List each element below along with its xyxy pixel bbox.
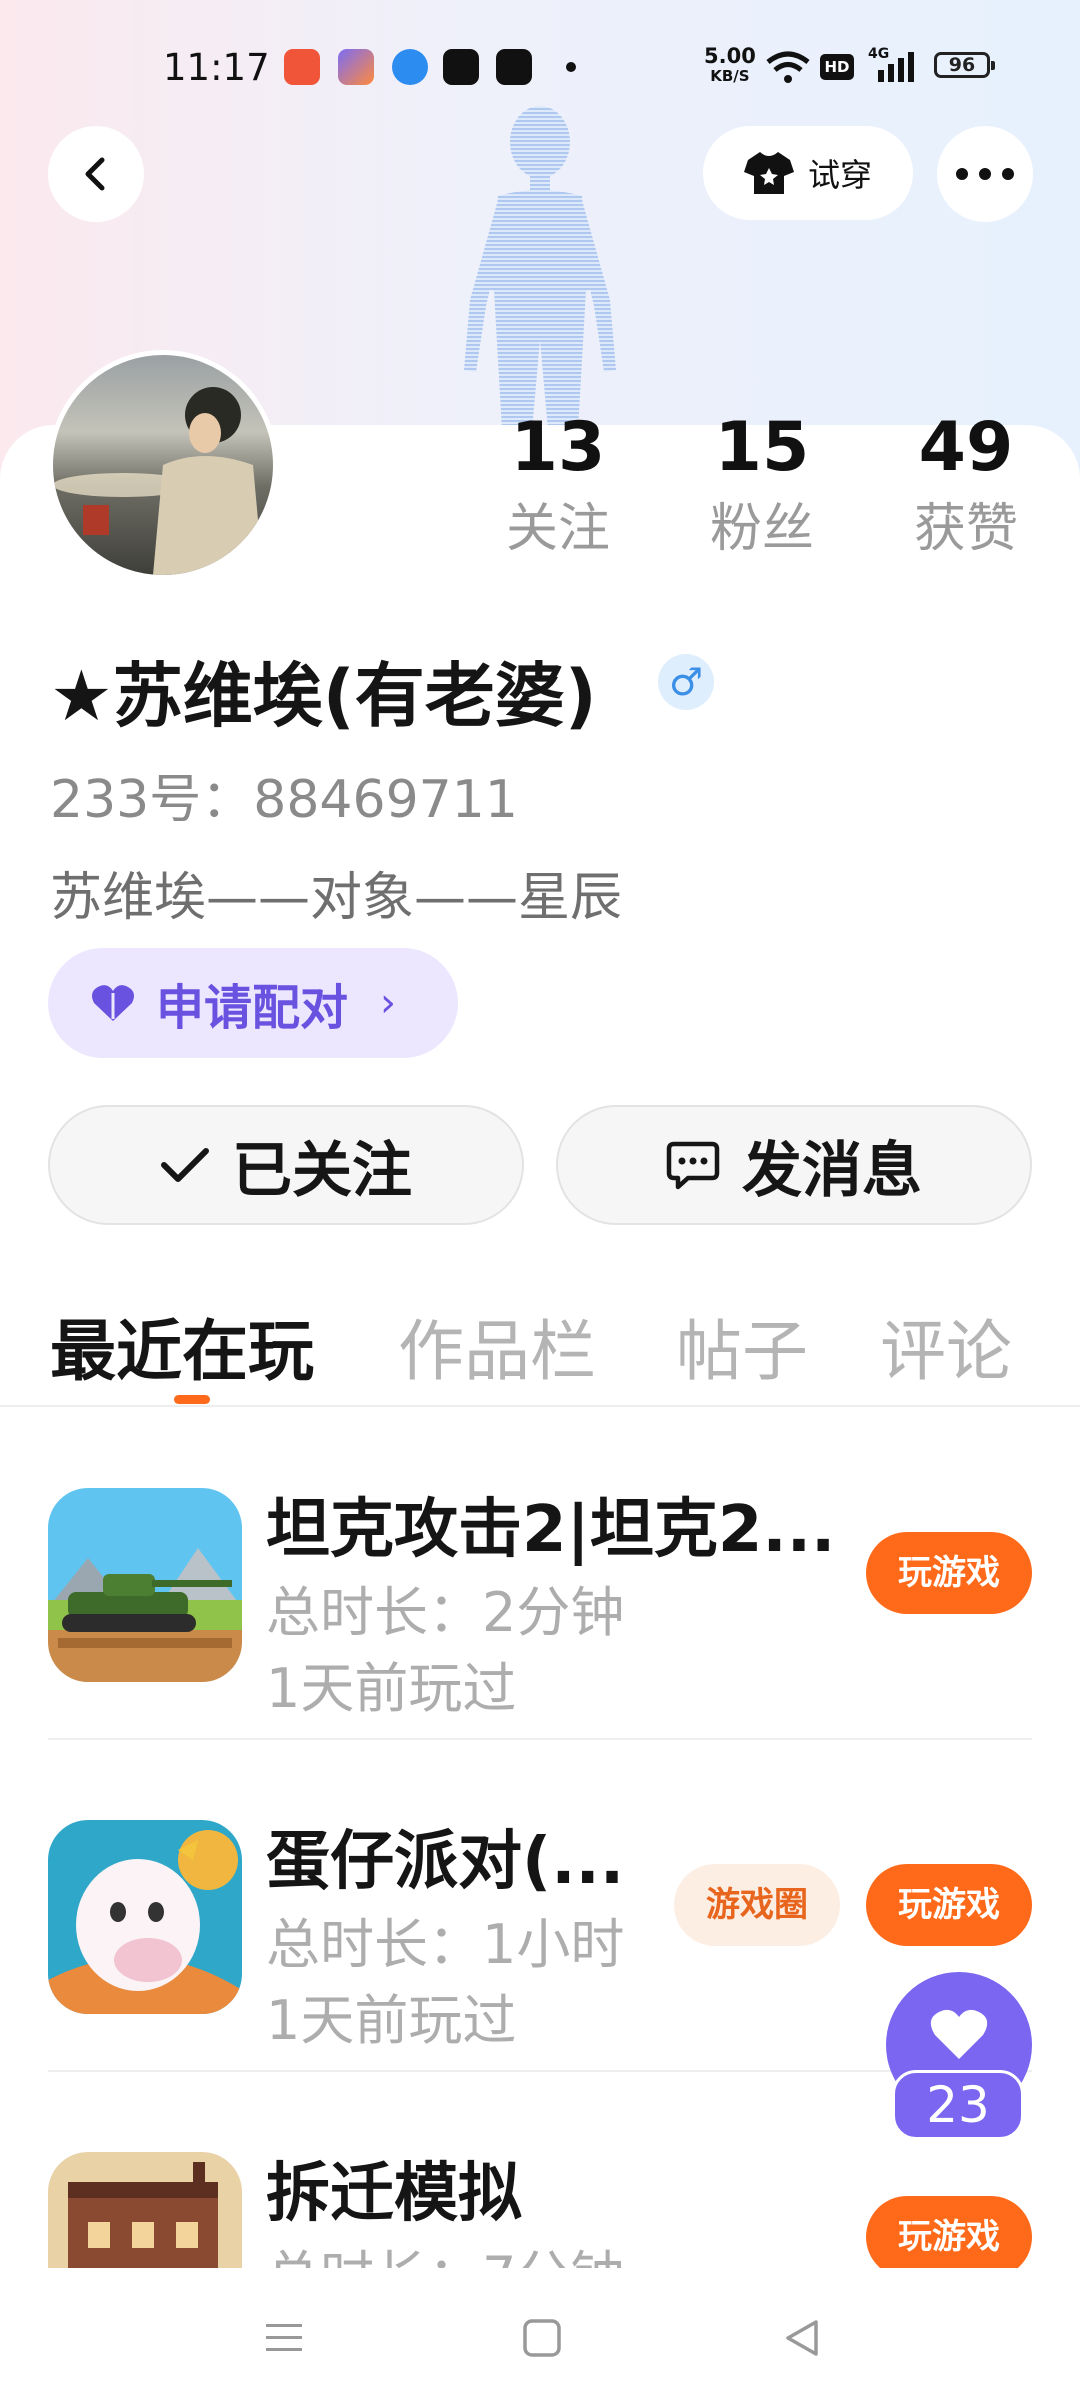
avatar-hologram-figure xyxy=(464,106,616,430)
game-title: 蛋仔派对(... xyxy=(266,1825,625,1899)
avatar-image xyxy=(53,387,263,575)
stat-likes-count: 49 xyxy=(918,408,1014,487)
home-square-icon xyxy=(523,2319,561,2357)
play-game-button[interactable]: 玩游戏 xyxy=(866,1864,1032,1946)
stat-likes[interactable]: 49 获赞 xyxy=(886,408,1046,564)
demolition-game-icon xyxy=(48,2152,242,2268)
heart-icon xyxy=(930,2009,988,2059)
username: ★苏维埃(有老婆) xyxy=(50,655,597,737)
tab-works[interactable]: 作品栏 xyxy=(398,1298,596,1394)
game-last-played: 1天前玩过 xyxy=(266,1657,517,1720)
signal-icon xyxy=(878,52,914,82)
game-last-played: 1天前玩过 xyxy=(266,1989,517,2052)
app-notification-icon xyxy=(338,49,374,85)
active-tab-indicator xyxy=(174,1395,210,1404)
user-bio: 苏维埃——对象——星辰 xyxy=(50,868,623,928)
play-game-button[interactable]: 玩游戏 xyxy=(866,1532,1032,1614)
hd-icon: HD xyxy=(820,54,854,80)
tab-posts[interactable]: 帖子 xyxy=(676,1298,808,1394)
back-button[interactable] xyxy=(48,126,144,222)
checkmark-icon xyxy=(161,1148,209,1182)
game-circle-button[interactable]: 游戏圈 xyxy=(674,1864,840,1946)
more-dots-icon xyxy=(956,168,1014,180)
back-nav-button[interactable] xyxy=(772,2308,832,2368)
status-time: 11:17 xyxy=(163,46,270,89)
heart-icon xyxy=(92,985,134,1021)
eggy-party-game-icon xyxy=(48,1820,242,2014)
send-message-button[interactable]: 发消息 xyxy=(556,1105,1032,1225)
request-pairing-label: 申请配对 xyxy=(156,980,349,1036)
game-list-item[interactable]: 坦克攻击2|坦克2... 总时长：2分钟 1天前玩过 玩游戏 xyxy=(0,1408,1080,1740)
stat-likes-label: 获赞 xyxy=(913,499,1018,559)
stat-following-count: 13 xyxy=(510,408,606,487)
game-title: 坦克攻击2|坦克2... xyxy=(266,1493,836,1567)
game-play-duration: 总时长：1小时 xyxy=(266,1913,625,1976)
chat-bubble-icon xyxy=(666,1141,720,1190)
tiktok-notification-icon xyxy=(443,49,479,85)
more-notifications-dot xyxy=(566,62,576,72)
network-speed: 5.00 KB/S xyxy=(704,44,756,86)
more-options-button[interactable] xyxy=(937,126,1033,222)
battery-icon: 96 xyxy=(934,52,995,78)
like-count: 23 xyxy=(892,2070,1024,2140)
game-title: 拆迁模拟 xyxy=(266,2157,522,2231)
followed-button[interactable]: 已关注 xyxy=(48,1105,524,1225)
recent-apps-button[interactable] xyxy=(254,2308,314,2368)
stat-followers[interactable]: 15 粉丝 xyxy=(682,408,842,564)
back-triangle-icon xyxy=(786,2320,818,2356)
tab-divider xyxy=(0,1405,1080,1407)
tshirt-icon xyxy=(743,152,794,194)
male-gender-icon: ♂ xyxy=(658,654,714,710)
system-navigation-bar xyxy=(0,2268,1080,2400)
stat-followers-count: 15 xyxy=(714,408,810,487)
chevron-left-icon xyxy=(85,157,105,191)
stat-following[interactable]: 13 关注 xyxy=(478,408,638,564)
chevron-right-icon: › xyxy=(380,980,397,1026)
try-on-button[interactable]: 试穿 xyxy=(703,126,913,220)
play-game-button[interactable]: 玩游戏 xyxy=(866,2196,1032,2268)
home-button[interactable] xyxy=(512,2308,572,2368)
try-on-label: 试穿 xyxy=(807,156,872,194)
stat-followers-label: 粉丝 xyxy=(709,499,814,559)
game-play-duration: 总时长：2分钟 xyxy=(266,1581,625,1644)
followed-label: 已关注 xyxy=(232,1135,412,1206)
menu-icon xyxy=(266,2324,302,2351)
user-id[interactable]: 233号：88469711 xyxy=(50,757,518,832)
tank-game-icon xyxy=(48,1488,242,1682)
profile-avatar[interactable] xyxy=(48,350,278,580)
app-notification-icon xyxy=(392,49,428,85)
send-message-label: 发消息 xyxy=(742,1135,922,1206)
status-bar: 11:17 5.00 KB/S HD 4G 96 xyxy=(0,0,1080,130)
wifi-icon xyxy=(766,51,810,83)
game-play-duration: 总时长：7分钟 xyxy=(266,2232,624,2268)
tab-comments[interactable]: 评论 xyxy=(880,1298,1012,1394)
request-pairing-button[interactable]: 申请配对 › xyxy=(48,948,458,1058)
tiktok-notification-icon xyxy=(496,49,532,85)
tab-recently-played[interactable]: 最近在玩 xyxy=(50,1298,314,1394)
app-notification-icon xyxy=(284,49,320,85)
stat-following-label: 关注 xyxy=(505,499,610,559)
